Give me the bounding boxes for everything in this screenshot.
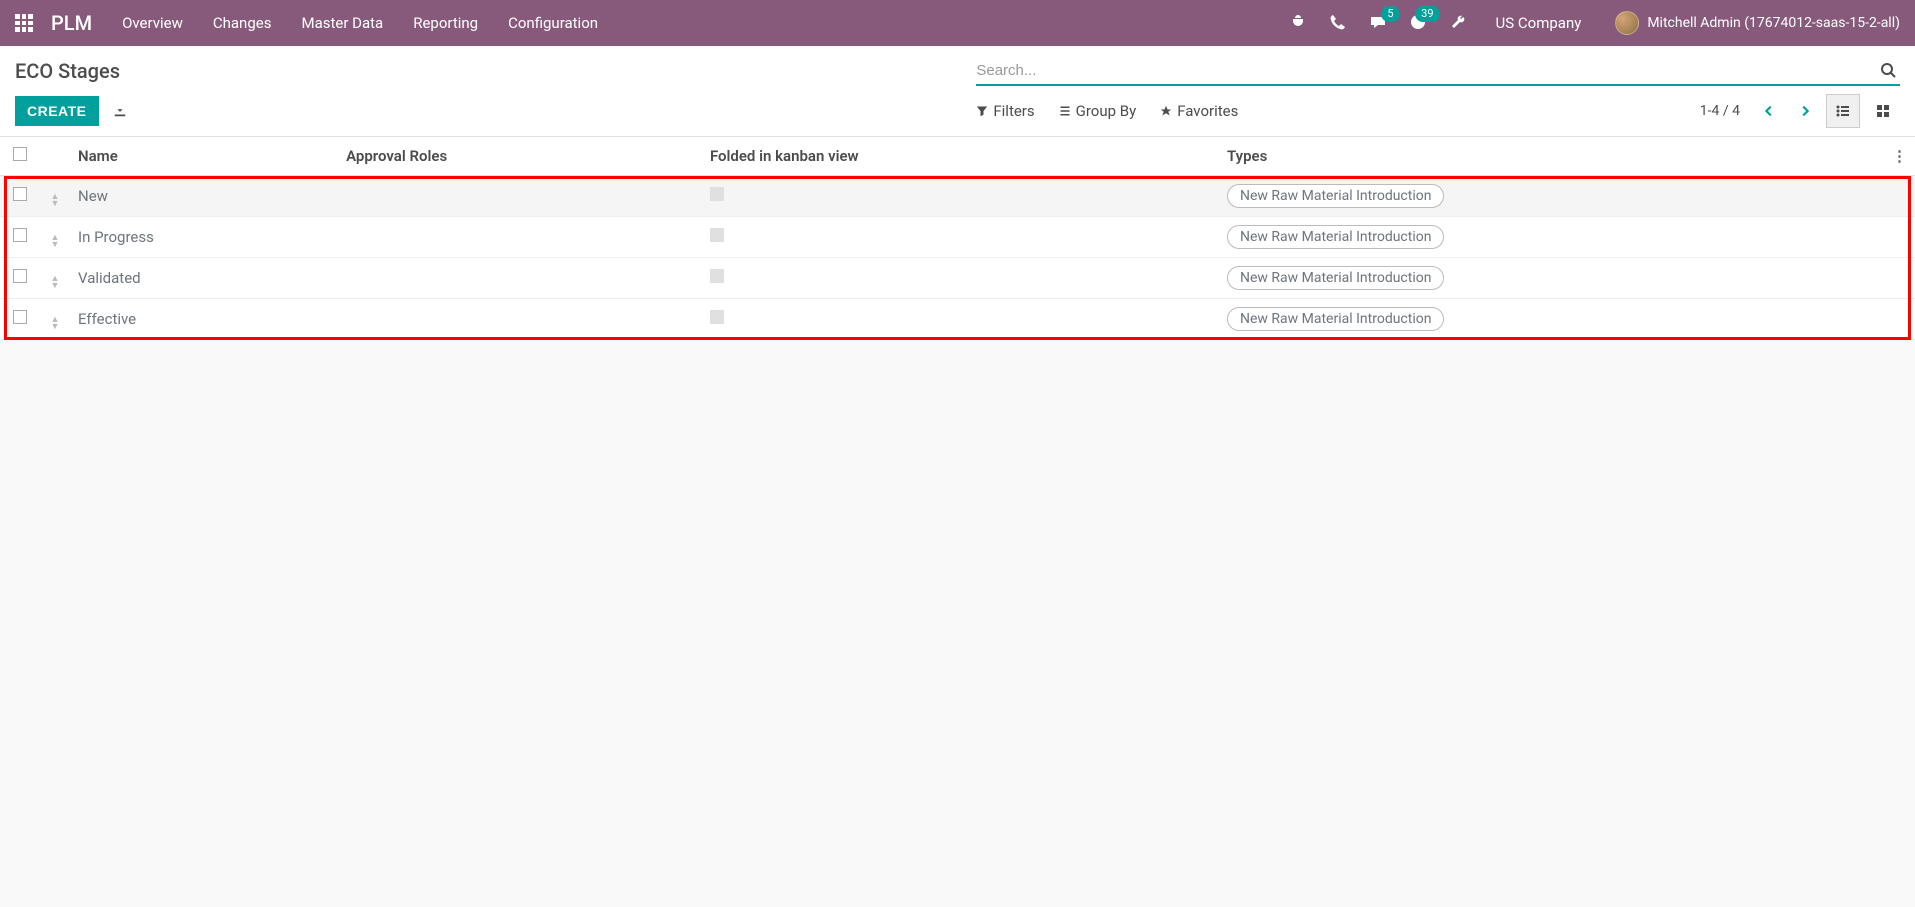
select-all-checkbox[interactable]: [13, 147, 27, 161]
bug-icon[interactable]: [1290, 14, 1308, 32]
pager-prev[interactable]: [1754, 96, 1784, 126]
folded-checkbox[interactable]: [710, 228, 724, 242]
folded-checkbox[interactable]: [710, 269, 724, 283]
drag-handle-icon[interactable]: ▲▼: [51, 194, 60, 208]
menu-reporting[interactable]: Reporting: [413, 14, 478, 32]
menu-changes[interactable]: Changes: [213, 14, 272, 32]
tools-icon[interactable]: [1450, 14, 1468, 32]
table-row[interactable]: ▲▼ Validated New Raw Material Introducti…: [0, 258, 1915, 299]
type-tag[interactable]: New Raw Material Introduction: [1227, 184, 1444, 208]
cell-name: New: [78, 187, 108, 205]
col-header-types[interactable]: Types: [1219, 137, 1884, 176]
user-menu[interactable]: Mitchell Admin (17674012-saas-15-2-all): [1615, 11, 1900, 35]
type-tag[interactable]: New Raw Material Introduction: [1227, 266, 1444, 290]
company-switcher[interactable]: US Company: [1496, 14, 1582, 32]
create-button[interactable]: CREATE: [15, 96, 99, 126]
row-checkbox[interactable]: [13, 269, 27, 283]
drag-handle-icon[interactable]: ▲▼: [51, 276, 60, 290]
favorites-button[interactable]: Favorites: [1160, 102, 1238, 120]
filters-label: Filters: [993, 102, 1034, 120]
groupby-label: Group By: [1076, 102, 1137, 120]
folded-checkbox[interactable]: [710, 187, 724, 201]
activities-icon[interactable]: 39: [1410, 14, 1428, 32]
import-icon[interactable]: [113, 104, 127, 118]
cell-name: Effective: [78, 310, 136, 328]
favorites-label: Favorites: [1177, 102, 1238, 120]
activities-badge: 39: [1415, 6, 1439, 22]
kanban-view-button[interactable]: [1866, 94, 1900, 128]
groupby-button[interactable]: Group By: [1059, 102, 1137, 120]
pager-next[interactable]: [1790, 96, 1820, 126]
drag-handle-icon[interactable]: ▲▼: [51, 317, 60, 331]
menu-master-data[interactable]: Master Data: [301, 14, 383, 32]
folded-checkbox[interactable]: [710, 310, 724, 324]
control-panel: ECO Stages CREATE Filters Group By Favor…: [0, 46, 1915, 137]
messages-badge: 5: [1381, 6, 1399, 22]
search-input[interactable]: [976, 62, 1876, 79]
type-tag[interactable]: New Raw Material Introduction: [1227, 225, 1444, 249]
list-view: Name Approval Roles Folded in kanban vie…: [0, 137, 1915, 340]
col-header-folded[interactable]: Folded in kanban view: [702, 137, 1219, 176]
type-tag[interactable]: New Raw Material Introduction: [1227, 307, 1444, 331]
column-options-icon[interactable]: ⋮: [1892, 147, 1907, 165]
table-row[interactable]: ▲▼ New New Raw Material Introduction: [0, 176, 1915, 217]
messages-icon[interactable]: 5: [1370, 14, 1388, 32]
page-title: ECO Stages: [15, 59, 120, 83]
systray: 5 39 US Company Mitchell Admin (17674012…: [1290, 11, 1900, 35]
main-menu: Overview Changes Master Data Reporting C…: [122, 14, 598, 32]
phone-icon[interactable]: [1330, 14, 1348, 32]
apps-icon[interactable]: [15, 14, 33, 32]
col-header-approval[interactable]: Approval Roles: [338, 137, 702, 176]
menu-configuration[interactable]: Configuration: [508, 14, 598, 32]
menu-overview[interactable]: Overview: [122, 14, 183, 32]
col-header-name[interactable]: Name: [70, 137, 338, 176]
table-row[interactable]: ▲▼ Effective New Raw Material Introducti…: [0, 299, 1915, 340]
search-bar: [976, 56, 1900, 86]
row-checkbox[interactable]: [13, 310, 27, 324]
cell-name: In Progress: [78, 228, 154, 246]
pager[interactable]: 1-4 / 4: [1700, 103, 1740, 119]
search-icon[interactable]: [1876, 60, 1900, 80]
list-view-button[interactable]: [1826, 94, 1860, 128]
avatar: [1615, 11, 1639, 35]
table-row[interactable]: ▲▼ In Progress New Raw Material Introduc…: [0, 217, 1915, 258]
top-navbar: PLM Overview Changes Master Data Reporti…: [0, 0, 1915, 46]
drag-handle-icon[interactable]: ▲▼: [51, 235, 60, 249]
row-checkbox[interactable]: [13, 228, 27, 242]
row-checkbox[interactable]: [13, 187, 27, 201]
user-name: Mitchell Admin (17674012-saas-15-2-all): [1647, 15, 1900, 31]
filters-button[interactable]: Filters: [976, 102, 1034, 120]
cell-name: Validated: [78, 269, 141, 287]
app-brand[interactable]: PLM: [51, 11, 92, 35]
